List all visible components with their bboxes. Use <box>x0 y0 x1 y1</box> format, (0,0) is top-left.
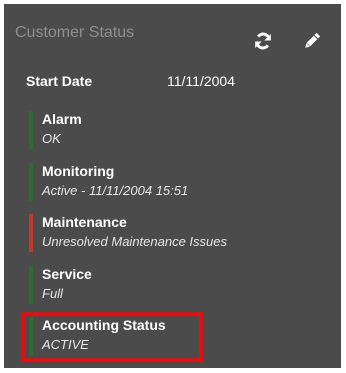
status-indicator-bar <box>29 266 33 304</box>
panel-title: Customer Status <box>15 24 135 41</box>
status-value: Full <box>42 286 63 301</box>
status-value: Unresolved Maintenance Issues <box>42 234 227 249</box>
panel-header: Customer Status <box>4 4 341 50</box>
status-label: Monitoring <box>42 163 115 179</box>
refresh-button[interactable] <box>250 28 276 54</box>
status-item-monitoring: Monitoring Active - 11/11/2004 15:51 <box>29 162 299 202</box>
edit-button[interactable] <box>299 28 325 54</box>
status-item-alarm: Alarm OK <box>29 110 299 150</box>
accounting-status-highlight <box>22 312 203 362</box>
status-indicator-bar <box>29 214 33 252</box>
refresh-icon <box>255 32 271 50</box>
start-date-value: 11/11/2004 <box>167 73 235 89</box>
status-indicator-bar <box>29 111 33 149</box>
start-date-row: Start Date 11/11/2004 <box>4 71 341 91</box>
pencil-icon <box>305 32 321 48</box>
status-item-maintenance: Maintenance Unresolved Maintenance Issue… <box>29 213 299 253</box>
status-indicator-bar <box>29 163 33 201</box>
status-value: OK <box>42 131 61 146</box>
customer-status-panel: Customer Status Start Date 11/11/2004 Al… <box>4 4 341 368</box>
status-label: Maintenance <box>42 214 127 230</box>
start-date-label: Start Date <box>26 73 93 89</box>
status-item-service: Service Full <box>29 265 299 305</box>
status-value: Active - 11/11/2004 15:51 <box>42 183 189 198</box>
status-label: Alarm <box>42 111 82 127</box>
status-label: Service <box>42 266 92 282</box>
